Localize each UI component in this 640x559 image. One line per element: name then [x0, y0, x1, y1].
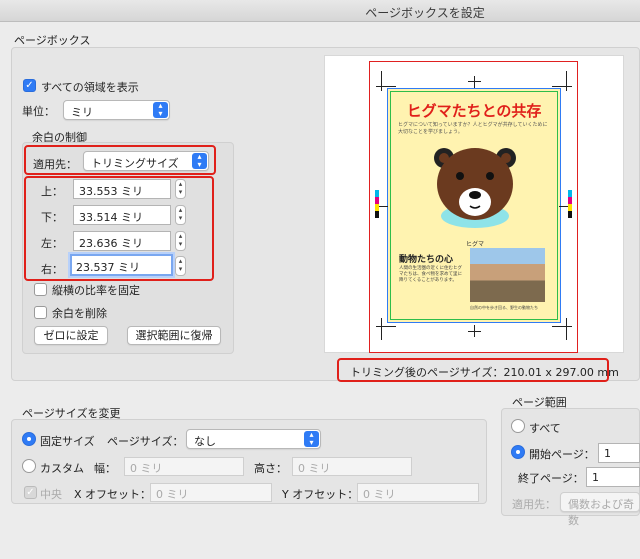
margin-bottom-field[interactable]: 33.514 ミリ: [73, 205, 171, 225]
apply-to-label: 適用先：: [33, 158, 77, 171]
start-page-radio[interactable]: [511, 445, 525, 459]
crop-mark: [381, 71, 382, 91]
x-offset-placeholder: 0 ミリ: [156, 488, 189, 501]
unit-value: ミリ: [71, 106, 93, 119]
y-offset-field[interactable]: 0 ミリ: [357, 483, 479, 502]
keep-ratio-checkbox[interactable]: [34, 283, 47, 296]
all-pages-radio[interactable]: [511, 419, 525, 433]
page-size-value: なし: [194, 435, 216, 448]
show-all-areas-checkbox[interactable]: ✓: [23, 79, 36, 92]
margin-left-value: 23.636 ミリ: [79, 237, 143, 250]
crop-mark: [552, 326, 572, 327]
unit-popup[interactable]: ミリ ▴ ▾: [63, 100, 170, 120]
page-size-select-label: ページサイズ：: [107, 435, 184, 448]
custom-size-label: カスタム: [40, 462, 84, 475]
margin-top-stepper[interactable]: ▴ ▾: [175, 179, 186, 199]
height-label: 高さ：: [254, 462, 287, 475]
margin-left-field[interactable]: 23.636 ミリ: [73, 231, 171, 251]
preview-doc-title: ヒグマたちとの共存: [406, 102, 542, 120]
end-page-value: 1: [592, 471, 599, 484]
color-bar: [568, 190, 572, 218]
fixed-size-label: 固定サイズ: [40, 435, 95, 448]
preview-section-heading: 動物たちの心: [399, 255, 454, 265]
bear-illustration: [434, 148, 516, 228]
preview-body-text: ヒグマについて知っていますか？人とヒグマが共存していくために大切なことを学びまし…: [398, 122, 548, 135]
trimmed-size-text: トリミング後のページサイズ：210.01 x 297.00 mm: [350, 366, 619, 379]
unit-label: 単位：: [22, 105, 55, 118]
margin-right-value: 23.537 ミリ: [76, 261, 140, 274]
y-offset-label: Y オフセット：: [282, 488, 359, 501]
center-label: 中央: [40, 488, 62, 501]
preview-section-text: 人間の生活圏の近くに住むヒグマたちは、食べ物を求めて里に降りてくることがあります…: [399, 266, 462, 283]
margin-left-stepper[interactable]: ▴ ▾: [175, 231, 186, 251]
margin-right-field[interactable]: 23.537 ミリ: [70, 254, 173, 276]
custom-size-radio[interactable]: [22, 459, 36, 473]
apply-to-popup[interactable]: トリミングサイズ ▴ ▾: [83, 151, 209, 171]
crop-mark: [566, 71, 567, 91]
remove-margin-label: 余白を削除: [52, 307, 107, 320]
crop-mark: [474, 76, 475, 88]
page-box-label: ページボックス: [14, 34, 91, 47]
start-page-value: 1: [604, 447, 611, 460]
margin-left-label: 左：: [41, 237, 63, 250]
width-field[interactable]: 0 ミリ: [124, 457, 244, 476]
chevron-updown-icon: ▴ ▾: [153, 102, 168, 118]
chevron-updown-icon: ▴ ▾: [304, 431, 319, 447]
center-checkbox[interactable]: ✓: [24, 486, 37, 499]
crop-mark: [381, 318, 382, 340]
height-field[interactable]: 0 ミリ: [292, 457, 412, 476]
margin-bottom-stepper[interactable]: ▴ ▾: [175, 205, 186, 225]
preview-photo: [470, 248, 545, 302]
margin-bottom-value: 33.514 ミリ: [79, 211, 143, 224]
x-offset-label: X オフセット：: [74, 488, 152, 501]
window-title: ページボックスを設定: [365, 6, 485, 20]
apply-range-label: 適用先：: [512, 498, 556, 511]
chevron-updown-icon: ▴ ▾: [192, 153, 207, 169]
margin-bottom-label: 下：: [41, 211, 63, 224]
margin-top-value: 33.553 ミリ: [79, 185, 143, 198]
end-page-label: 終了ページ：: [518, 472, 584, 485]
margin-right-label: 右：: [41, 263, 63, 276]
apply-range-popup[interactable]: 偶数および奇数: [560, 492, 640, 527]
show-all-areas-label: すべての領域を表示: [41, 81, 139, 94]
color-bar: [375, 190, 379, 218]
crop-mark: [468, 331, 481, 332]
crop-mark: [376, 326, 396, 327]
restore-button[interactable]: 選択範囲に復帰: [127, 326, 221, 345]
x-offset-field[interactable]: 0 ミリ: [150, 483, 272, 502]
keep-ratio-label: 縦横の比率を固定: [52, 284, 140, 297]
bear-caption: ヒグマ: [465, 241, 484, 248]
margin-right-stepper[interactable]: ▴ ▾: [175, 256, 186, 276]
end-page-field[interactable]: 1: [586, 467, 640, 487]
start-page-field[interactable]: 1: [598, 443, 640, 463]
apply-range-value: 偶数および奇数: [568, 498, 634, 527]
crop-mark: [552, 86, 572, 87]
start-page-label: 開始ページ：: [529, 448, 595, 461]
apply-to-value: トリミングサイズ: [91, 157, 179, 170]
width-label: 幅：: [94, 462, 116, 475]
page-size-popup[interactable]: なし ▴ ▾: [186, 429, 321, 449]
crop-mark: [468, 81, 481, 82]
fixed-size-radio[interactable]: [22, 432, 36, 446]
margin-top-field[interactable]: 33.553 ミリ: [73, 179, 171, 199]
crop-mark: [376, 86, 396, 87]
photo-caption: 自然の中を歩き回る、野生の動物たち: [470, 305, 538, 310]
remove-margin-checkbox[interactable]: [34, 306, 47, 319]
height-placeholder: 0 ミリ: [298, 462, 331, 475]
zero-button[interactable]: ゼロに設定: [34, 326, 108, 345]
margin-top-label: 上：: [41, 185, 63, 198]
title-bar: ページボックスを設定: [0, 0, 640, 22]
all-pages-label: すべて: [529, 422, 561, 435]
crop-mark: [566, 318, 567, 340]
y-offset-placeholder: 0 ミリ: [363, 488, 396, 501]
width-placeholder: 0 ミリ: [130, 462, 163, 475]
